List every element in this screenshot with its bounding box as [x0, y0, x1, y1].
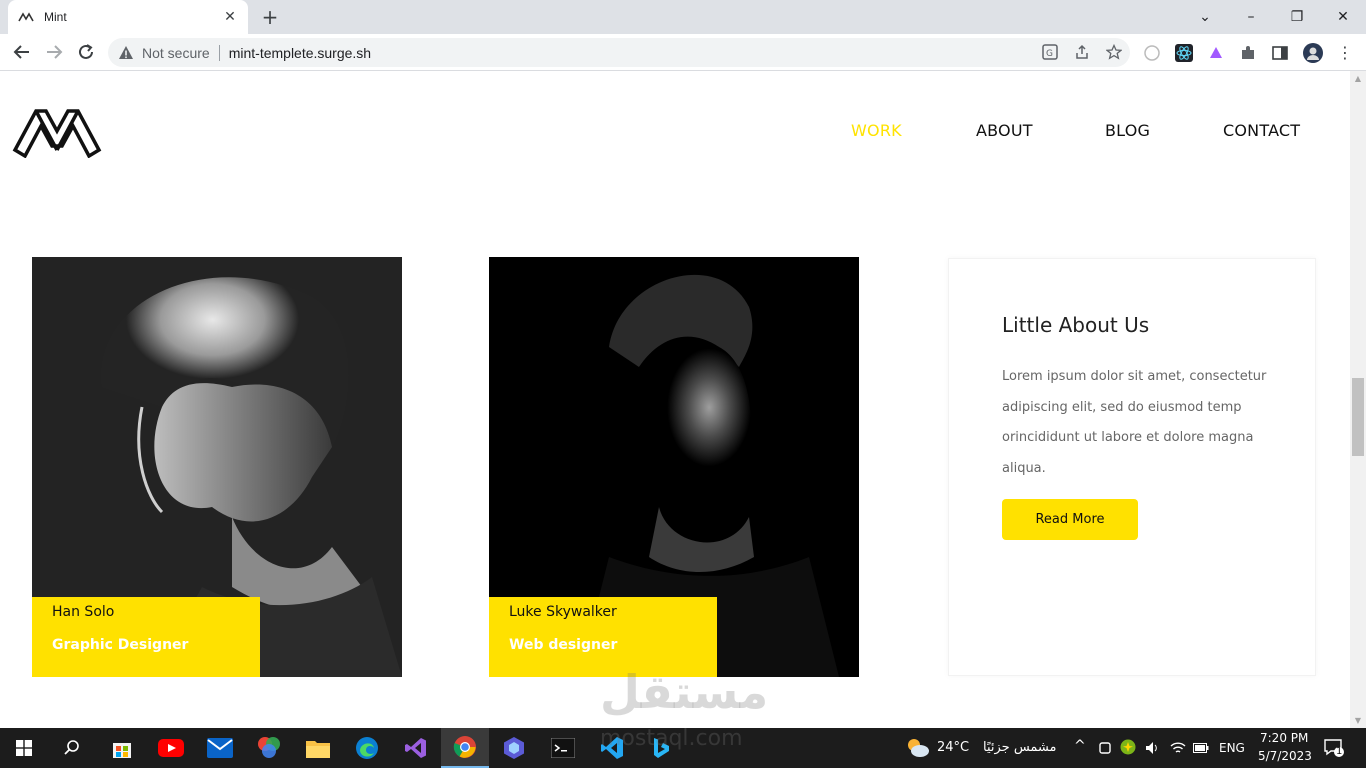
volume-icon[interactable] [1144, 740, 1160, 756]
tray-app-green-icon[interactable] [1120, 739, 1136, 755]
member-name: Han Solo [52, 604, 115, 620]
weather-temperature[interactable]: 24°C [937, 740, 969, 755]
omnibox-divider [218, 44, 220, 61]
nav-about[interactable]: ABOUT [976, 121, 1033, 140]
file-explorer-icon[interactable] [294, 728, 342, 768]
translate-icon[interactable]: G [1042, 44, 1058, 60]
back-icon[interactable] [10, 40, 34, 64]
read-more-button[interactable]: Read More [1002, 499, 1138, 540]
tab-search-icon[interactable]: ⌄ [1182, 0, 1228, 34]
tab-close-icon[interactable]: ✕ [222, 9, 238, 25]
start-windows-icon[interactable] [0, 728, 48, 768]
mint-favicon-icon [18, 12, 34, 22]
extensions-puzzle-icon[interactable] [1239, 44, 1257, 62]
watermark-latin: mostaql.com [600, 726, 743, 751]
clock-time[interactable]: 7:20 PM [1260, 731, 1308, 745]
reload-icon[interactable] [74, 40, 98, 64]
nav-contact[interactable]: CONTACT [1223, 121, 1300, 140]
wifi-icon[interactable] [1170, 740, 1186, 756]
address-bar[interactable]: Not secure mint-templete.surge.sh G [108, 38, 1130, 67]
mail-icon[interactable] [196, 728, 244, 768]
app-hexagon-icon[interactable] [490, 728, 538, 768]
minimize-button[interactable]: – [1228, 0, 1274, 34]
scrollbar-thumb[interactable] [1352, 378, 1364, 456]
weather-condition[interactable]: مشمس جزئيًا [983, 740, 1057, 755]
page-viewport: WORK ABOUT BLOG CONTACT Han Solo Graphic… [0, 71, 1350, 728]
not-secure-label: Not secure [142, 44, 210, 61]
team-card[interactable]: Han Solo Graphic Designer [32, 257, 402, 677]
edge-icon[interactable] [343, 728, 391, 768]
browser-tabstrip: Mint ✕ + ⌄ – ❐ ✕ [0, 0, 1366, 34]
warning-icon [119, 45, 133, 59]
member-caption: Han Solo Graphic Designer [32, 597, 260, 677]
extension-purple-icon[interactable] [1207, 44, 1225, 62]
chrome-icon[interactable] [441, 728, 489, 768]
about-card: Little About Us Lorem ipsum dolor sit am… [948, 258, 1316, 676]
microsoft-store-icon[interactable] [98, 728, 146, 768]
mint-logo[interactable] [12, 104, 102, 158]
watermark-arabic: مستقل [600, 665, 769, 719]
scroll-down-arrow-icon[interactable]: ▼ [1353, 716, 1363, 725]
share-icon[interactable] [1074, 44, 1090, 60]
browser-toolbar: Not secure mint-templete.surge.sh G ⋮ [0, 34, 1366, 71]
weather-partly-sunny-icon[interactable] [904, 735, 930, 759]
color-app-icon[interactable] [245, 728, 293, 768]
member-name: Luke Skywalker [509, 604, 617, 620]
side-panel-icon[interactable] [1271, 44, 1289, 62]
forward-icon[interactable] [42, 40, 66, 64]
tab-title: Mint [44, 10, 67, 24]
svg-text:G: G [1046, 49, 1053, 59]
tray-overflow-chevron-icon[interactable]: ^ [1074, 738, 1086, 754]
nav-work[interactable]: WORK [851, 121, 902, 140]
about-text: Lorem ipsum dolor sit amet, consectetur … [1002, 369, 1267, 476]
clock-date[interactable]: 5/7/2023 [1258, 749, 1312, 763]
bookmark-star-icon[interactable] [1106, 44, 1122, 60]
team-card[interactable]: Luke Skywalker Web designer [489, 257, 859, 677]
battery-icon[interactable] [1193, 742, 1209, 754]
extension-rss-icon[interactable] [1143, 44, 1161, 62]
nav-blog[interactable]: BLOG [1105, 121, 1150, 140]
visual-studio-icon[interactable] [392, 728, 440, 768]
browser-tab[interactable]: Mint ✕ [8, 0, 248, 34]
member-role: Graphic Designer [52, 637, 189, 653]
scroll-up-arrow-icon[interactable]: ▲ [1353, 74, 1363, 83]
new-tab-button[interactable]: + [258, 6, 282, 28]
notification-count: 1 [1336, 746, 1343, 757]
window-close-button[interactable]: ✕ [1320, 0, 1366, 34]
meet-now-icon[interactable] [1098, 740, 1112, 756]
react-devtools-icon[interactable] [1175, 44, 1193, 62]
restore-button[interactable]: ❐ [1274, 0, 1320, 34]
browser-menu-icon[interactable]: ⋮ [1336, 44, 1354, 62]
search-icon[interactable] [48, 728, 96, 768]
terminal-icon[interactable] [539, 728, 587, 768]
member-role: Web designer [509, 637, 618, 653]
url-text[interactable]: mint-templete.surge.sh [229, 45, 371, 61]
youtube-icon[interactable] [147, 728, 195, 768]
profile-avatar[interactable] [1303, 43, 1323, 63]
input-language[interactable]: ENG [1219, 741, 1245, 755]
about-title: Little About Us [1002, 313, 1150, 337]
